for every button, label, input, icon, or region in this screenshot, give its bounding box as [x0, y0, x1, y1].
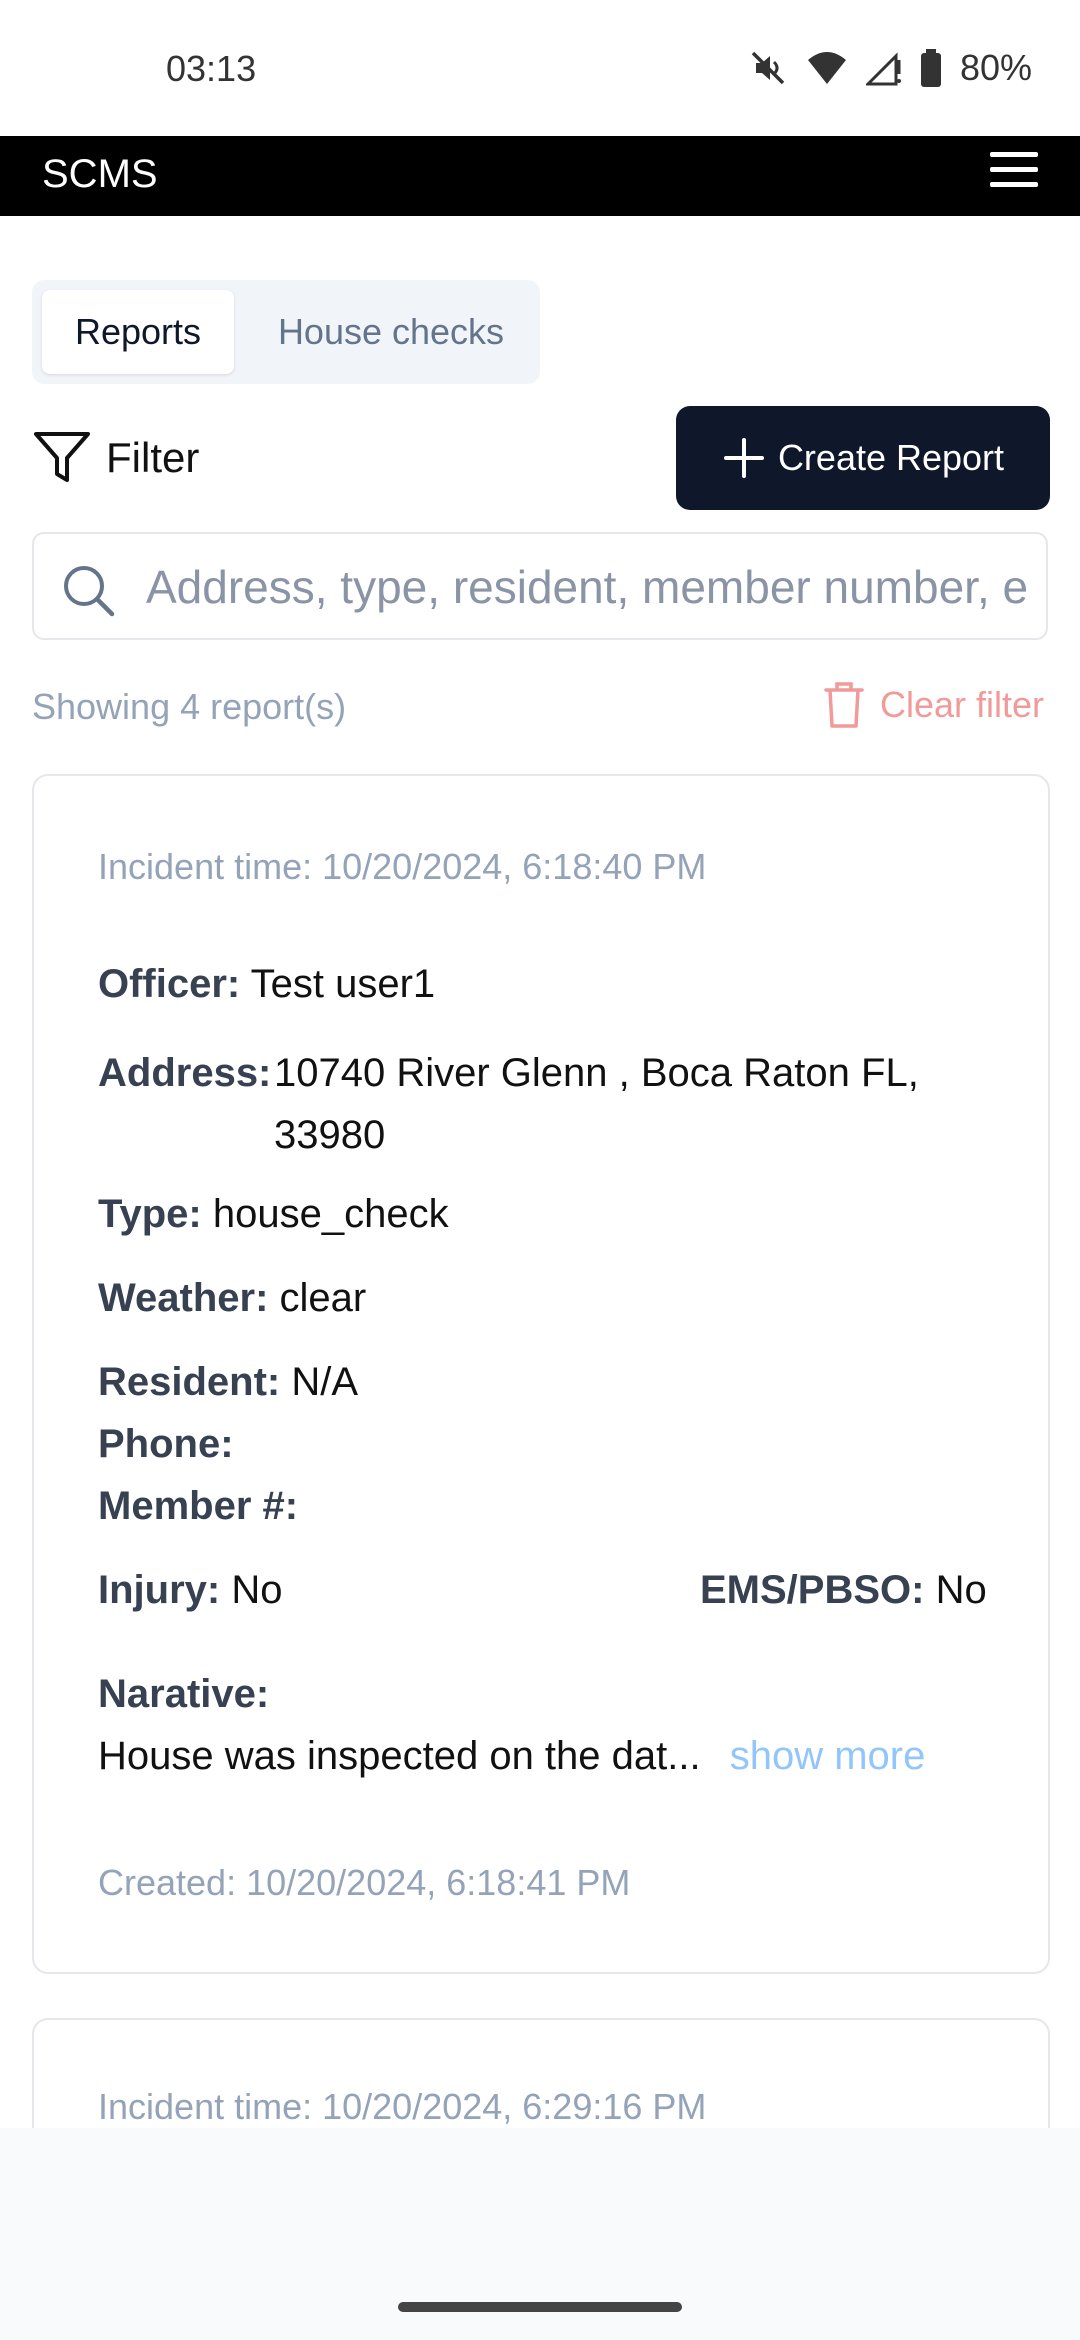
resident-row: Resident: N/A [98, 1360, 358, 1405]
weather-value: clear [279, 1276, 367, 1320]
search-icon [64, 566, 115, 617]
type-label: Type: [98, 1192, 202, 1236]
incident-time: Incident time: 10/20/2024, 6:29:16 PM [98, 2086, 707, 2127]
status-time: 03:13 [166, 48, 257, 89]
address-row: Address: 10740 River Glenn , Boca Raton … [98, 1042, 998, 1172]
search-input[interactable] [144, 548, 1048, 626]
incident-time: Incident time: 10/20/2024, 6:18:40 PM [98, 846, 707, 887]
app-title: SCMS [42, 152, 158, 196]
filter-icon [34, 432, 90, 482]
phone-label: Phone: [98, 1422, 234, 1466]
ems-value: No [935, 1568, 987, 1612]
narrative-heading: Narative: [98, 1672, 269, 1717]
show-more-link[interactable]: show more [730, 1734, 926, 1778]
ems-row: EMS/PBSO: No [700, 1568, 987, 1613]
report-tabs: Reports House checks [32, 280, 540, 384]
status-icons: 80% [748, 44, 1032, 92]
weather-row: Weather: clear [98, 1276, 366, 1321]
injury-label: Injury: [98, 1568, 221, 1612]
ems-label: EMS/PBSO: [700, 1568, 925, 1612]
officer-label: Officer: [98, 962, 241, 1006]
tab-reports[interactable]: Reports [42, 290, 234, 374]
menu-icon[interactable] [988, 148, 1040, 192]
member-label: Member #: [98, 1484, 299, 1528]
plus-icon [723, 438, 764, 478]
trash-icon [824, 682, 864, 728]
signal-icon [865, 52, 901, 86]
weather-label: Weather: [98, 1276, 269, 1320]
phone-row: Phone: [98, 1422, 234, 1467]
create-report-button[interactable]: Create Report [676, 406, 1050, 510]
resident-value: N/A [291, 1360, 359, 1404]
member-row: Member #: [98, 1484, 298, 1529]
resident-label: Resident: [98, 1360, 281, 1404]
narrative-row: House was inspected on the dat... show m… [98, 1734, 925, 1779]
clear-filter-label: Clear filter [880, 684, 1045, 725]
status-bar: 03:13 80% [0, 0, 1080, 136]
clear-filter-button[interactable]: Clear filter [822, 680, 1044, 730]
filter-button[interactable]: Filter [32, 428, 199, 488]
mute-icon [751, 51, 785, 85]
report-count: Showing 4 report(s) [32, 686, 347, 727]
narrative-label: Narative: [98, 1672, 270, 1716]
report-card[interactable]: Incident time: 10/20/2024, 6:18:40 PM Of… [32, 774, 1050, 1974]
create-report-label: Create Report [777, 437, 1005, 478]
address-label: Address: [98, 1051, 272, 1095]
wifi-icon [807, 52, 846, 84]
officer-row: Officer: Test user1 [98, 962, 435, 1007]
battery-icon [920, 49, 941, 87]
search-box [32, 532, 1048, 640]
filter-label: Filter [106, 434, 200, 481]
home-indicator[interactable] [398, 2302, 682, 2312]
type-row: Type: house_check [98, 1192, 449, 1237]
app-bar: SCMS [0, 136, 1080, 216]
created-time: Created: 10/20/2024, 6:18:41 PM [98, 1862, 631, 1903]
tab-house-checks[interactable]: House checks [252, 290, 530, 374]
injury-row: Injury: No [98, 1568, 283, 1613]
battery-level: 80% [959, 47, 1032, 88]
address-value: 10740 River Glenn , Boca Raton FL, 33980 [274, 1051, 919, 1157]
injury-value: No [231, 1568, 283, 1612]
officer-value: Test user1 [250, 962, 436, 1006]
narrative-text: House was inspected on the dat... [98, 1734, 701, 1778]
type-value: house_check [212, 1192, 449, 1236]
